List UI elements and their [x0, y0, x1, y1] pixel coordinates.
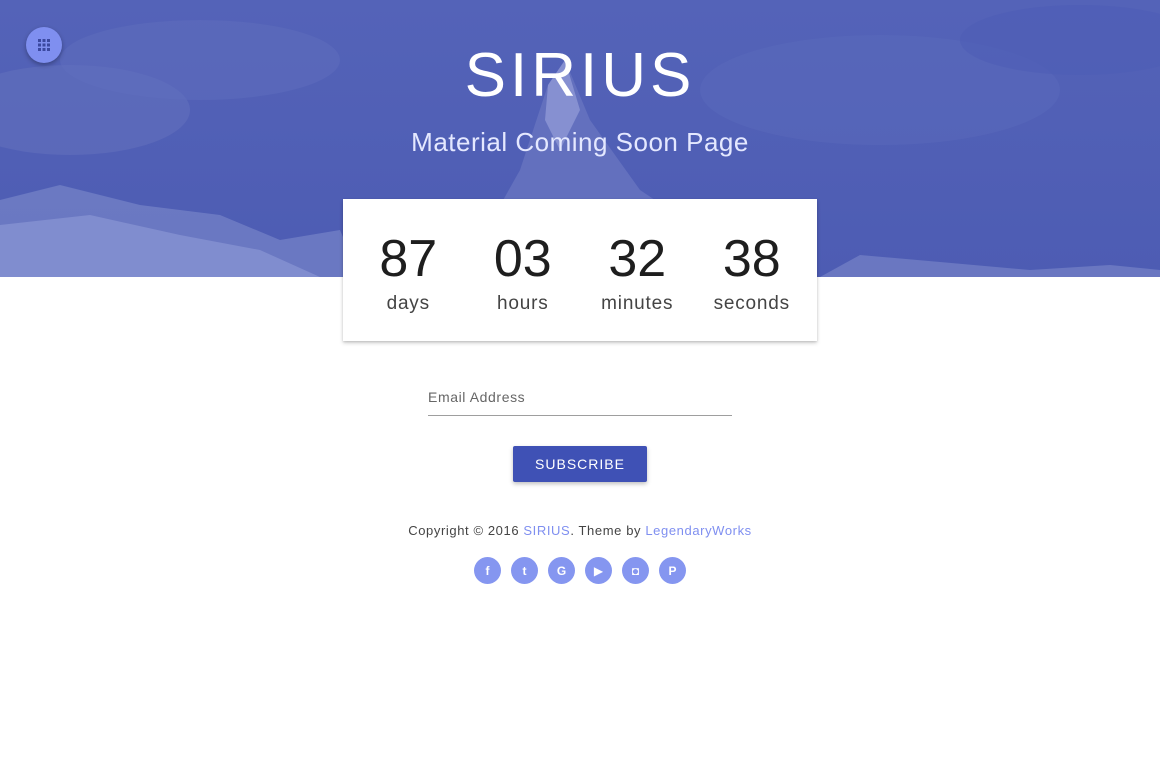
- author-link[interactable]: LegendaryWorks: [645, 523, 751, 538]
- countdown-label: hours: [496, 293, 549, 314]
- countdown-seconds: 38 seconds: [696, 199, 808, 315]
- subscribe-button[interactable]: SUBSCRIBE: [513, 446, 647, 482]
- countdown-label: seconds: [713, 293, 790, 314]
- countdown-hours: 03 hours: [467, 199, 579, 315]
- email-input[interactable]: [428, 378, 732, 416]
- page-subtitle: Material Coming Soon Page: [411, 127, 749, 157]
- page: SIRIUS Material Coming Soon Page 87 days…: [0, 0, 1160, 772]
- countdown-value: 03: [493, 230, 552, 288]
- instagram-icon[interactable]: ◘: [622, 557, 649, 584]
- copyright-prefix: Copyright © 2016: [408, 523, 524, 538]
- facebook-icon[interactable]: f: [474, 557, 501, 584]
- countdown-card: 87 days 03 hours 32 minutes 38 seconds: [343, 199, 817, 341]
- pinterest-icon[interactable]: P: [659, 557, 686, 584]
- countdown-value: 32: [608, 230, 667, 288]
- countdown-days: 87 days: [352, 199, 464, 315]
- theme-by-text: . Theme by: [570, 523, 646, 538]
- countdown-label: days: [386, 293, 430, 314]
- copyright-text: Copyright © 2016 SIRIUS. Theme by Legend…: [0, 523, 1160, 538]
- twitter-icon[interactable]: t: [511, 557, 538, 584]
- youtube-icon[interactable]: ▶: [585, 557, 612, 584]
- countdown-value: 38: [722, 230, 781, 288]
- brand-link[interactable]: SIRIUS: [523, 523, 570, 538]
- countdown-minutes: 32 minutes: [581, 199, 693, 315]
- social-links: f t G ▶ ◘ P: [0, 557, 1160, 584]
- countdown-value: 87: [379, 230, 438, 288]
- countdown-label: minutes: [601, 293, 674, 314]
- site-title: SIRIUS: [464, 41, 696, 110]
- google-icon[interactable]: G: [548, 557, 575, 584]
